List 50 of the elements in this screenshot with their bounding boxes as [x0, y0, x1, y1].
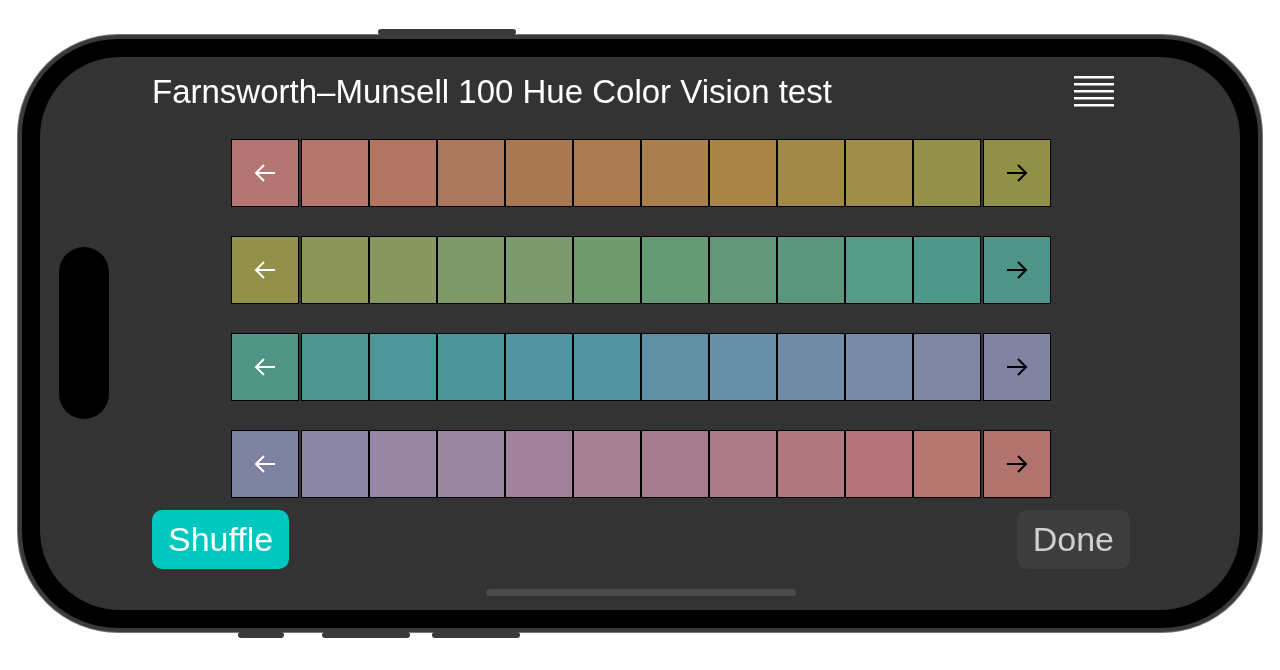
right-arrow-icon [1005, 162, 1029, 183]
color-chip[interactable] [369, 138, 437, 207]
left-arrow-icon [253, 162, 277, 183]
color-chip[interactable] [845, 235, 913, 304]
color-chip[interactable] [369, 429, 437, 498]
right-arrow-icon [1005, 356, 1029, 377]
color-chip[interactable] [913, 429, 981, 498]
color-chip[interactable] [709, 429, 777, 498]
color-chip[interactable] [505, 332, 573, 401]
color-chip[interactable] [641, 332, 709, 401]
color-chip[interactable] [437, 235, 505, 304]
color-chip[interactable] [845, 138, 913, 207]
right-arrow-icon [1005, 259, 1029, 280]
color-chip[interactable] [437, 138, 505, 207]
color-chip[interactable] [573, 235, 641, 304]
color-chip[interactable] [709, 235, 777, 304]
left-arrow-icon [253, 453, 277, 474]
color-chip[interactable] [845, 429, 913, 498]
page-title: Farnsworth–Munsell 100 Hue Color Vision test [152, 72, 832, 111]
left-arrow-icon [253, 356, 277, 377]
color-chip[interactable] [913, 235, 981, 304]
color-chip[interactable] [573, 429, 641, 498]
color-chip[interactable] [709, 138, 777, 207]
color-chip[interactable] [777, 235, 845, 304]
color-chip[interactable] [369, 235, 437, 304]
color-chip[interactable] [913, 138, 981, 207]
color-chip[interactable] [505, 138, 573, 207]
color-chip[interactable] [301, 138, 369, 207]
color-chip[interactable] [573, 332, 641, 401]
color-chip[interactable] [437, 429, 505, 498]
color-chip[interactable] [301, 235, 369, 304]
menu-icon[interactable] [1074, 75, 1114, 108]
color-chip[interactable] [641, 235, 709, 304]
color-chip[interactable] [709, 332, 777, 401]
color-chip[interactable] [641, 138, 709, 207]
left-arrow-icon [253, 259, 277, 280]
right-arrow-icon [1005, 453, 1029, 474]
color-chip[interactable] [505, 235, 573, 304]
color-chip[interactable] [845, 332, 913, 401]
color-chip[interactable] [573, 138, 641, 207]
color-chip[interactable] [777, 429, 845, 498]
color-chip[interactable] [913, 332, 981, 401]
color-chip[interactable] [301, 429, 369, 498]
color-chip[interactable] [641, 429, 709, 498]
color-chip[interactable] [301, 332, 369, 401]
color-chip[interactable] [777, 332, 845, 401]
color-chip[interactable] [369, 332, 437, 401]
color-chip[interactable] [505, 429, 573, 498]
color-chip[interactable] [437, 332, 505, 401]
color-chip[interactable] [777, 138, 845, 207]
